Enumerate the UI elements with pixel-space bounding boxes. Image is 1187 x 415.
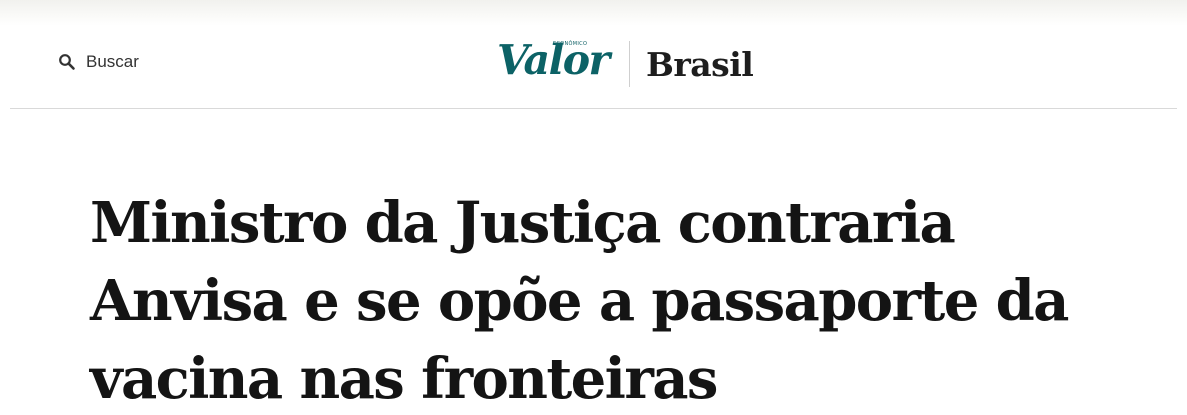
section-title[interactable]: Brasil: [646, 45, 754, 84]
site-header: Buscar ECONÔMICO Valor Brasil: [10, 26, 1177, 109]
article-headline: Ministro da Justiça contraria Anvisa e s…: [90, 190, 1069, 412]
brand-area: ECONÔMICO Valor Brasil: [489, 38, 754, 90]
search-label: Buscar: [86, 52, 139, 71]
valor-logo[interactable]: ECONÔMICO Valor: [489, 38, 615, 90]
top-gradient-band: [0, 0, 1187, 26]
logo-wordmark: Valor: [497, 36, 610, 84]
brand-divider: [629, 41, 630, 87]
search-button[interactable]: Buscar: [58, 52, 139, 72]
search-icon: [58, 53, 76, 71]
